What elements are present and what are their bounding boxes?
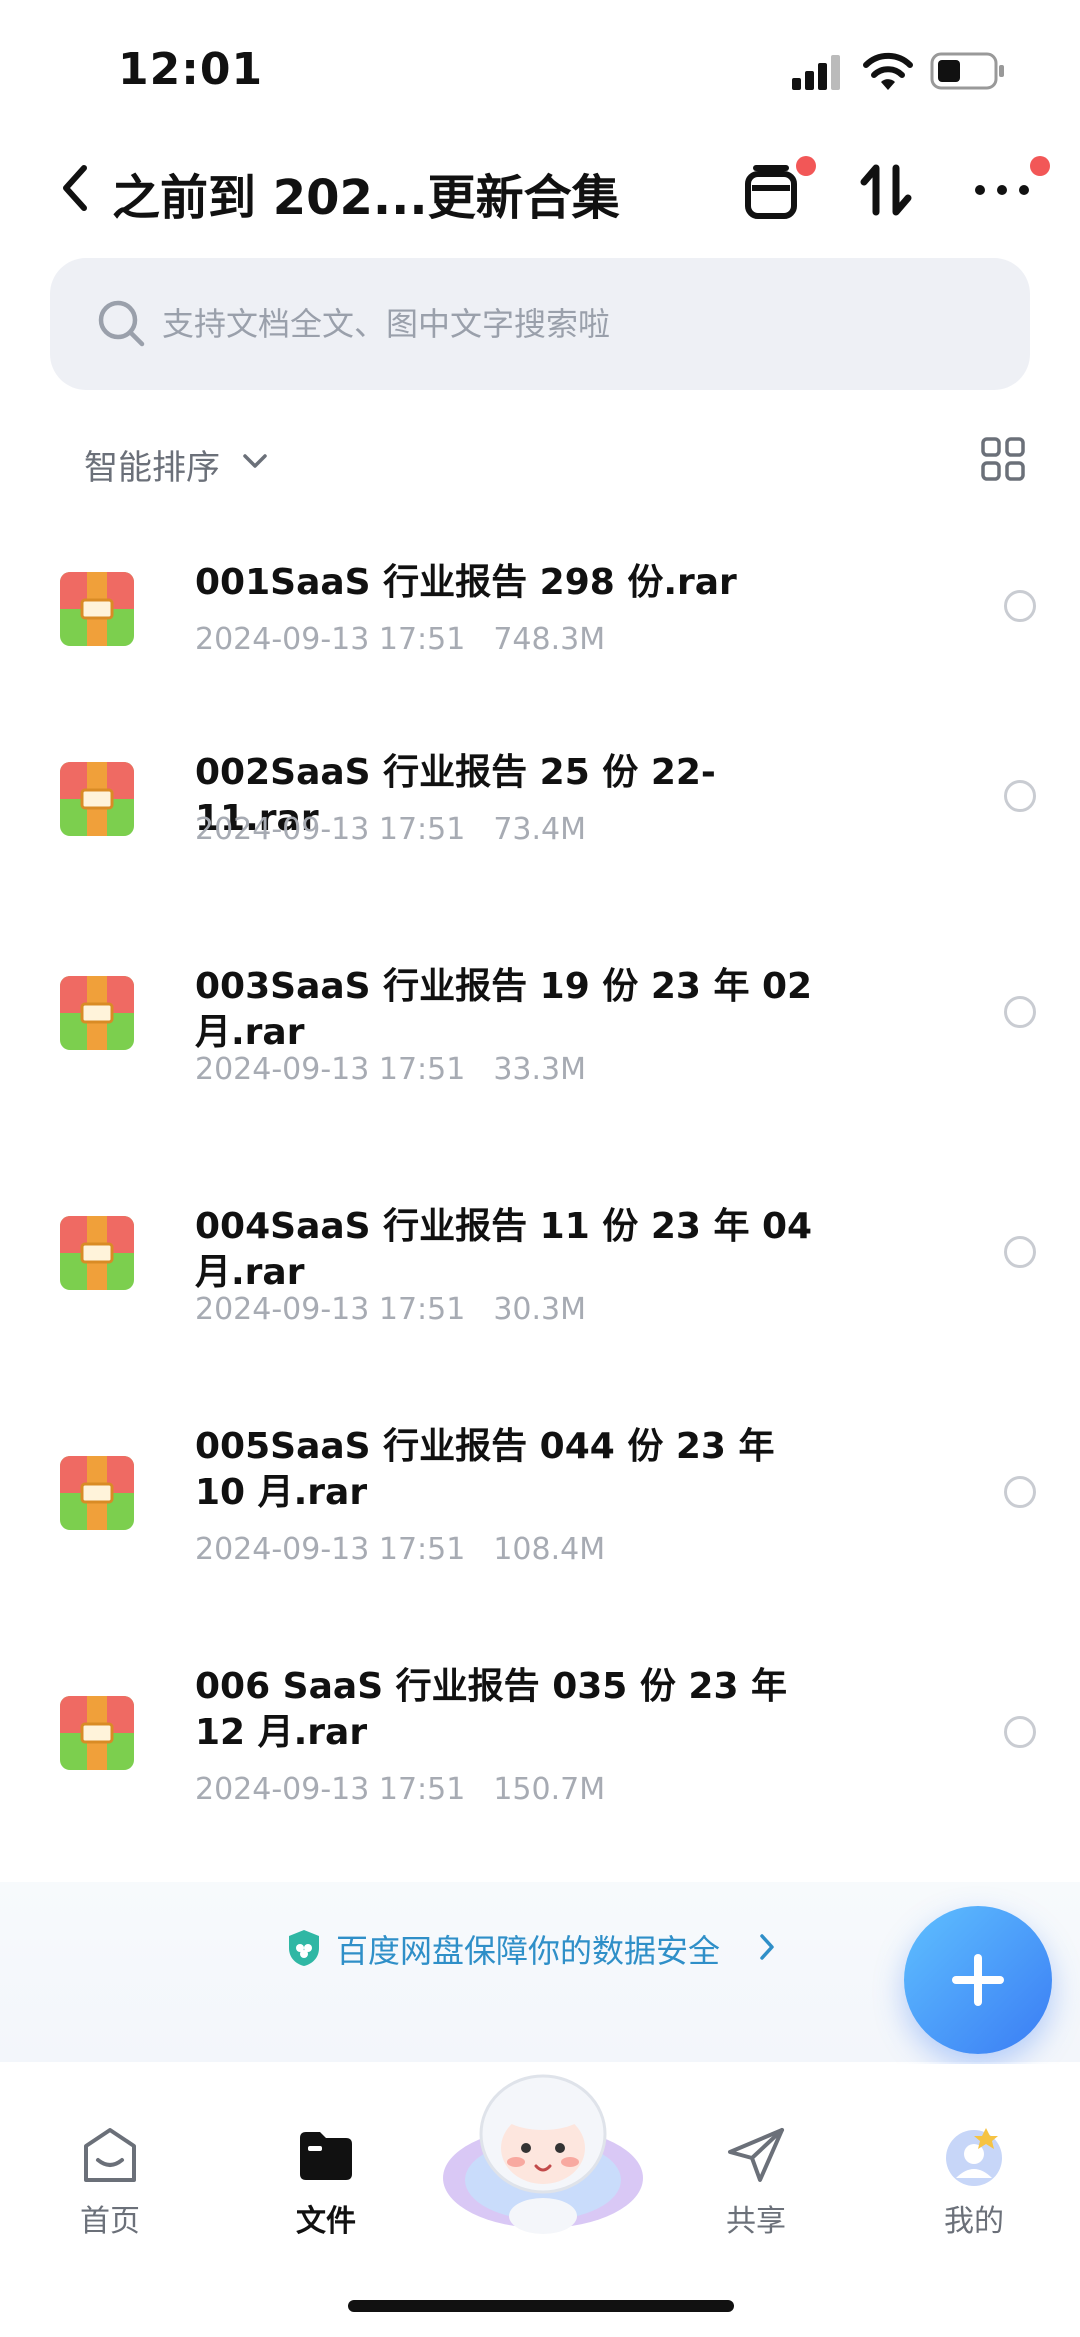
- select-radio[interactable]: [1004, 1236, 1036, 1268]
- chevron-down-icon[interactable]: [240, 446, 270, 476]
- chevron-right-icon[interactable]: [756, 1932, 778, 1962]
- mascot-icon[interactable]: [440, 2068, 646, 2238]
- home-icon: [84, 2128, 136, 2182]
- file-size: 73.4M: [493, 812, 587, 847]
- tab-label: 我的: [944, 2204, 1004, 2239]
- file-size: 150.7M: [493, 1772, 606, 1807]
- archive-icon[interactable]: [740, 158, 804, 222]
- rar-archive-icon: [60, 976, 134, 1050]
- battery-icon: [930, 52, 1004, 90]
- wifi-icon: [863, 52, 913, 90]
- file-meta: 2024-09-13 17:51 150.7M: [195, 1772, 633, 1807]
- select-radio[interactable]: [1004, 780, 1036, 812]
- sort-arrows-icon[interactable]: [854, 158, 918, 222]
- select-radio[interactable]: [1004, 1716, 1036, 1748]
- sort-dropdown[interactable]: 智能排序: [84, 440, 220, 489]
- share-icon: [728, 2128, 784, 2182]
- tab-label: 文件: [296, 2204, 356, 2239]
- select-radio[interactable]: [1004, 590, 1036, 622]
- back-icon[interactable]: [56, 162, 96, 214]
- notification-dot: [1030, 156, 1050, 176]
- tab-label: 共享: [726, 2204, 786, 2239]
- file-meta: 2024-09-13 17:51 108.4M: [195, 1532, 633, 1567]
- file-name[interactable]: 001SaaS 行业报告 298 份.rar: [195, 560, 835, 606]
- tab-home[interactable]: 首页: [40, 2124, 180, 2240]
- signal-icon: [792, 55, 840, 90]
- banner-text[interactable]: 百度网盘保障你的数据安全: [336, 1926, 720, 1972]
- home-indicator: [348, 2300, 734, 2312]
- tab-share[interactable]: 共享: [686, 2124, 826, 2240]
- file-date: 2024-09-13 17:51: [195, 1292, 466, 1327]
- file-meta: 2024-09-13 17:51 33.3M: [195, 1052, 614, 1087]
- rar-archive-icon: [60, 1216, 134, 1290]
- tab-label: 首页: [80, 2204, 140, 2239]
- notification-dot: [796, 156, 816, 176]
- select-radio[interactable]: [1004, 1476, 1036, 1508]
- tab-files[interactable]: 文件: [256, 2124, 396, 2240]
- file-size: 748.3M: [493, 622, 606, 657]
- search-icon: [98, 300, 145, 347]
- page-title: 之前到 202...更新合集: [112, 170, 620, 226]
- file-date: 2024-09-13 17:51: [195, 812, 466, 847]
- shield-icon: [289, 1930, 319, 1966]
- rar-archive-icon: [60, 572, 134, 646]
- file-name[interactable]: 006 SaaS 行业报告 035 份 23 年 12 月.rar: [195, 1664, 835, 1756]
- status-time: 12:01: [118, 44, 264, 95]
- file-size: 33.3M: [493, 1052, 587, 1087]
- file-date: 2024-09-13 17:51: [195, 1532, 466, 1567]
- file-date: 2024-09-13 17:51: [195, 1772, 466, 1807]
- status-bar: 12:01: [0, 0, 1080, 130]
- file-meta: 2024-09-13 17:51 748.3M: [195, 622, 633, 657]
- file-size: 30.3M: [493, 1292, 587, 1327]
- grid-view-icon[interactable]: [980, 436, 1026, 482]
- rar-archive-icon: [60, 1696, 134, 1770]
- search-input[interactable]: [162, 296, 982, 352]
- file-date: 2024-09-13 17:51: [195, 1052, 466, 1087]
- file-size: 108.4M: [493, 1532, 606, 1567]
- rar-archive-icon: [60, 762, 134, 836]
- file-name[interactable]: 005SaaS 行业报告 044 份 23 年 10 月.rar: [195, 1424, 835, 1516]
- select-radio[interactable]: [1004, 996, 1036, 1028]
- file-meta: 2024-09-13 17:51 30.3M: [195, 1292, 614, 1327]
- file-meta: 2024-09-13 17:51 73.4M: [195, 812, 614, 847]
- tab-profile[interactable]: 我的: [904, 2124, 1044, 2240]
- file-name[interactable]: 003SaaS 行业报告 19 份 23 年 02 月.rar: [195, 964, 835, 1056]
- file-date: 2024-09-13 17:51: [195, 622, 466, 657]
- folder-icon: [300, 2132, 352, 2180]
- file-name[interactable]: 004SaaS 行业报告 11 份 23 年 04 月.rar: [195, 1204, 835, 1296]
- profile-icon: [946, 2128, 1002, 2186]
- add-button[interactable]: [904, 1906, 1052, 2054]
- rar-archive-icon: [60, 1456, 134, 1530]
- more-icon[interactable]: [970, 158, 1034, 222]
